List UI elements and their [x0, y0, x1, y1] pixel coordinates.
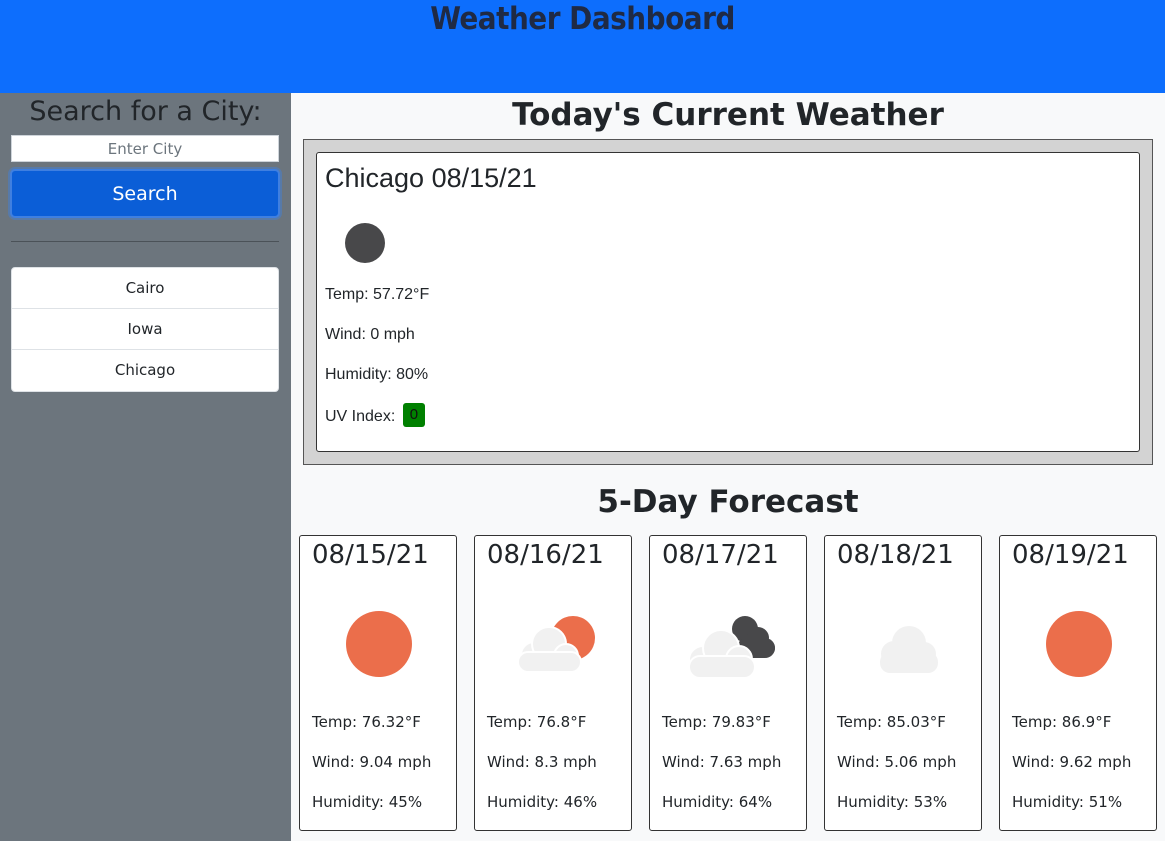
- forecast-wind: Wind: 9.62 mph: [1012, 753, 1132, 771]
- forecast-card: 08/19/21 Temp: 86.9°F Wind: 9.62 mph Hum…: [999, 535, 1157, 831]
- forecast-date: 08/15/21: [312, 540, 429, 570]
- forecast-temp: Temp: 79.83°F: [662, 713, 771, 731]
- sun-icon: [346, 611, 412, 677]
- forecast-date: 08/16/21: [487, 540, 604, 570]
- sidebar-divider: [11, 241, 279, 242]
- search-heading: Search for a City:: [29, 96, 262, 127]
- current-weather-card: Chicago 08/15/21 Temp: 57.72°F Wind: 0 m…: [316, 152, 1140, 452]
- app-header: Weather Dashboard: [0, 0, 1165, 93]
- uv-index-badge: 0: [402, 403, 426, 427]
- forecast-date: 08/17/21: [662, 540, 779, 570]
- partly-cloudy-icon: [517, 616, 595, 673]
- sun-icon: [1046, 611, 1112, 677]
- forecast-humidity: Humidity: 64%: [662, 793, 773, 811]
- forecast-title: 5-Day Forecast: [597, 484, 859, 520]
- forecast-temp: Temp: 86.9°F: [1012, 713, 1112, 731]
- uv-label: UV Index:: [325, 408, 396, 426]
- forecast-card: 08/15/21 Temp: 76.32°F Wind: 9.04 mph Hu…: [299, 535, 457, 831]
- forecast-humidity: Humidity: 45%: [312, 793, 423, 811]
- city-search-input[interactable]: [11, 135, 279, 162]
- current-humidity: Humidity: 80%: [325, 366, 429, 383]
- current-weather-title: Today's Current Weather: [512, 97, 944, 133]
- current-wind: Wind: 0 mph: [325, 326, 415, 343]
- sidebar: Search for a City: Search Cairo Iowa Chi…: [0, 93, 291, 841]
- forecast-card: 08/18/21 Temp: 85.03°F Wind: 5.06 mph Hu…: [824, 535, 982, 831]
- forecast-temp: Temp: 76.8°F: [487, 713, 587, 731]
- current-temp: Temp: 57.72°F: [325, 286, 430, 303]
- forecast-row: 08/15/21 Temp: 76.32°F Wind: 9.04 mph Hu…: [299, 535, 1157, 831]
- forecast-humidity: Humidity: 46%: [487, 793, 598, 811]
- forecast-wind: Wind: 8.3 mph: [487, 753, 597, 771]
- search-history-list: Cairo Iowa Chicago: [11, 267, 279, 392]
- current-city-date: Chicago 08/15/21: [325, 163, 537, 193]
- main-content: Today's Current Weather Chicago 08/15/21…: [291, 93, 1165, 841]
- forecast-temp: Temp: 85.03°F: [837, 713, 946, 731]
- forecast-wind: Wind: 5.06 mph: [837, 753, 957, 771]
- forecast-card: 08/16/21 Temp: 76.8°F Wind: 8.3 mph Humi…: [474, 535, 632, 831]
- cloud-icon: [880, 626, 938, 673]
- forecast-temp: Temp: 76.32°F: [312, 713, 421, 731]
- history-item-chicago[interactable]: Chicago: [12, 350, 278, 391]
- current-uv: UV Index: 0: [325, 403, 426, 429]
- history-item-iowa[interactable]: Iowa: [12, 309, 278, 350]
- forecast-card: 08/17/21 Temp: 79.83°F Wind: 7.63 mph Hu…: [649, 535, 807, 831]
- forecast-date: 08/18/21: [837, 540, 954, 570]
- forecast-wind: Wind: 9.04 mph: [312, 753, 432, 771]
- forecast-wind: Wind: 7.63 mph: [662, 753, 782, 771]
- current-weather-panel: Chicago 08/15/21 Temp: 57.72°F Wind: 0 m…: [303, 139, 1153, 465]
- forecast-humidity: Humidity: 53%: [837, 793, 948, 811]
- moon-night-icon: [345, 223, 385, 263]
- forecast-date: 08/19/21: [1012, 540, 1129, 570]
- search-button[interactable]: Search: [10, 169, 280, 218]
- broken-clouds-icon: [688, 616, 775, 679]
- app-title: Weather Dashboard: [430, 1, 735, 37]
- forecast-humidity: Humidity: 51%: [1012, 793, 1123, 811]
- history-item-cairo[interactable]: Cairo: [12, 268, 278, 309]
